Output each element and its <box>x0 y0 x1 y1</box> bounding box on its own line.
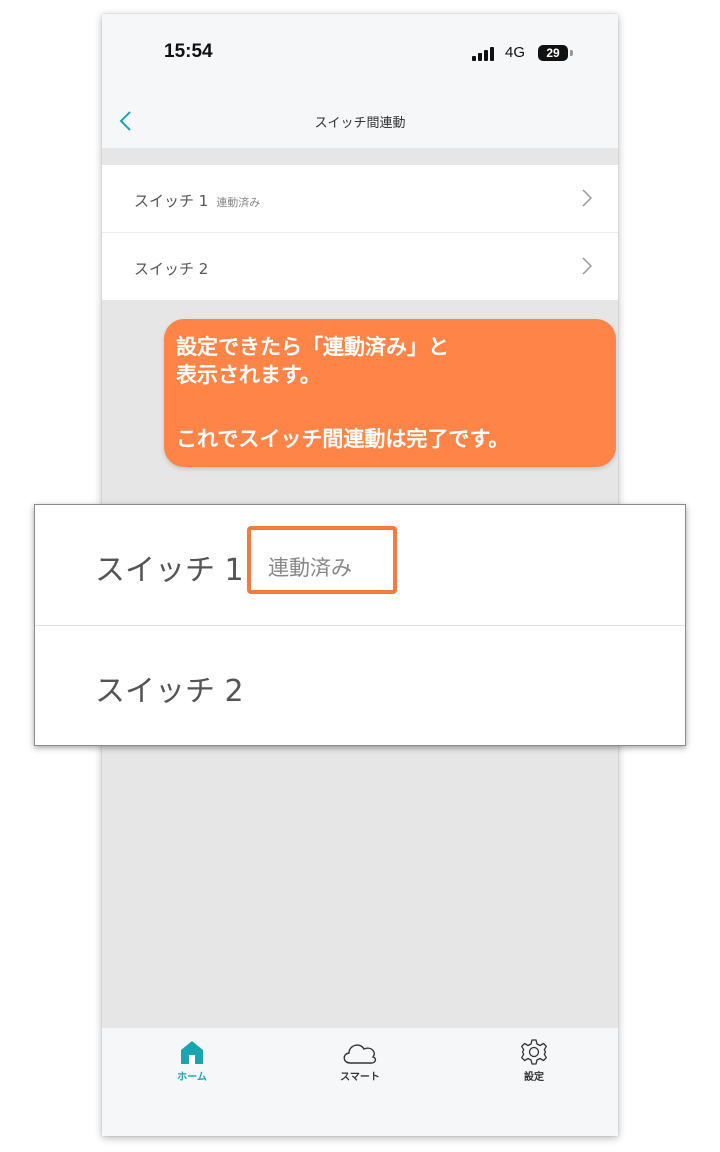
network-type: 4G <box>505 44 526 61</box>
tab-label: スマート <box>340 1072 380 1083</box>
zoom-row-switch-1: スイッチ 1 連動済み <box>35 505 685 625</box>
zoom-row-label: スイッチ 2 <box>95 674 244 709</box>
chevron-right-icon <box>582 189 593 207</box>
list-item-label: スイッチ 1 連動済み <box>134 192 261 210</box>
cloud-icon <box>343 1044 377 1064</box>
zoom-row-label: スイッチ 1 <box>95 553 244 588</box>
status-bar: 15:54 4G 29 <box>102 14 618 96</box>
switch-list: スイッチ 1 連動済み スイッチ 2 <box>102 165 618 300</box>
callout-line-2: 表示されます。 <box>176 363 321 387</box>
chevron-right-icon <box>582 257 593 275</box>
instruction-callout: 設定できたら「連動済み」と 表示されます。 これでスイッチ間連動は完了です。 <box>164 319 616 467</box>
tab-smart[interactable]: スマート <box>300 1038 420 1083</box>
list-item-switch-2[interactable]: スイッチ 2 <box>102 233 618 300</box>
home-icon <box>181 1041 203 1064</box>
zoomed-list-panel: スイッチ 1 連動済み スイッチ 2 <box>34 504 686 746</box>
battery-tip <box>570 50 573 56</box>
callout-line-1: 設定できたら「連動済み」と <box>176 335 449 359</box>
callout-line-3: これでスイッチ間連動は完了です。 <box>176 427 510 451</box>
tab-home[interactable]: ホーム <box>132 1038 252 1083</box>
linked-badge: 連動済み <box>216 196 261 209</box>
battery-icon: 29 <box>538 45 568 61</box>
zoom-row-switch-2: スイッチ 2 <box>35 625 685 746</box>
tab-label: ホーム <box>177 1072 207 1083</box>
list-item-switch-1[interactable]: スイッチ 1 連動済み <box>102 165 618 233</box>
tab-label: 設定 <box>524 1072 544 1083</box>
status-time: 15:54 <box>164 41 213 62</box>
page-title: スイッチ間連動 <box>314 116 406 131</box>
tab-bar: ホーム スマート 設定 <box>102 1028 618 1136</box>
nav-bar: スイッチ間連動 <box>102 96 618 148</box>
list-item-label: スイッチ 2 <box>134 260 209 278</box>
gear-icon <box>521 1039 547 1065</box>
tab-settings[interactable]: 設定 <box>474 1038 594 1083</box>
signal-icon <box>472 47 494 61</box>
zoom-linked-badge: 連動済み <box>268 556 352 580</box>
